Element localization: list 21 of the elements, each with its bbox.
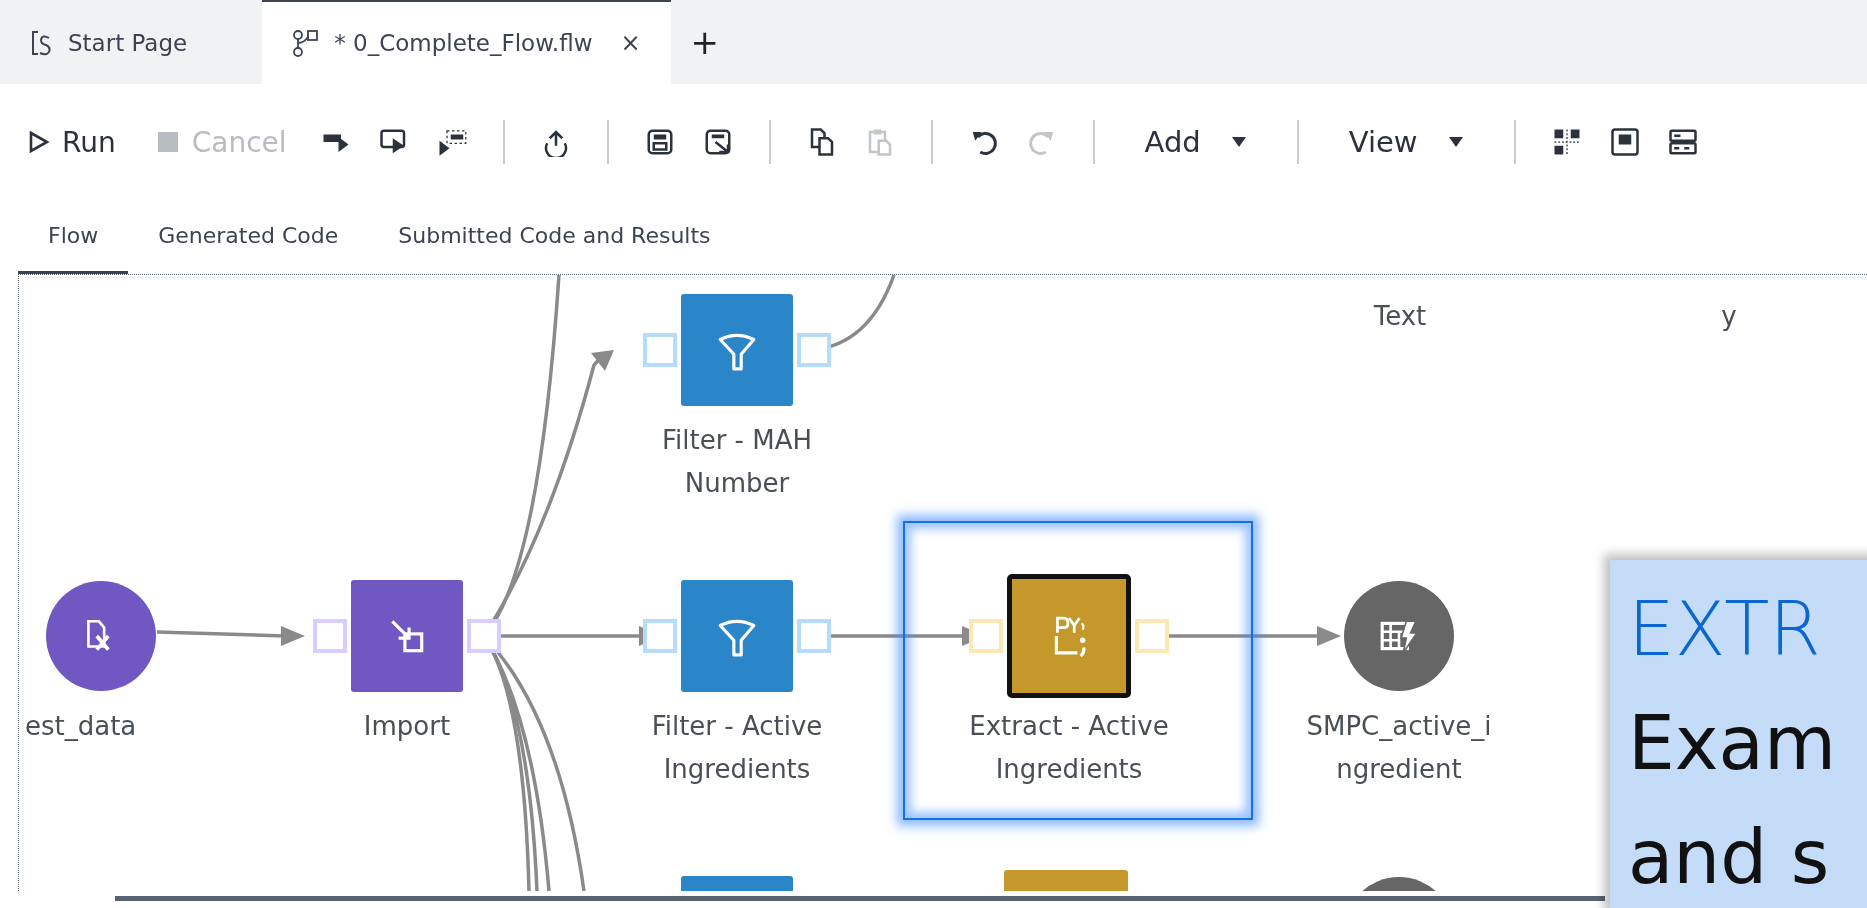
- node-label: y: [1720, 300, 1738, 333]
- callout-title: EXTR: [1628, 585, 1822, 674]
- editor-tab[interactable]: Start Page: [0, 0, 228, 84]
- node-label: Extract - Active Ingredients: [968, 710, 1170, 786]
- view-tab[interactable]: Generated Code: [128, 200, 369, 274]
- new-tab-button[interactable]: +: [670, 0, 740, 84]
- callout-text: Exam: [1628, 699, 1837, 788]
- view-tab[interactable]: Flow: [18, 200, 129, 274]
- node-label: Import: [362, 710, 452, 743]
- menu-button[interactable]: View: [1320, 125, 1492, 159]
- node-label: SMPC_active_i ngredient: [1305, 710, 1493, 786]
- callout-text: and s: [1628, 813, 1831, 902]
- node-label: Filter - MAH Number: [660, 424, 814, 500]
- node-label: est_data: [25, 710, 137, 743]
- view-tab[interactable]: Submitted Code and Results: [368, 200, 741, 274]
- run-button[interactable]: Run: [28, 120, 136, 164]
- node-label: Filter - Active Ingredients: [650, 710, 824, 786]
- node-label: Text: [1372, 300, 1428, 333]
- editor-tab[interactable]: * 0_Complete_Flow.flw ×: [262, 0, 671, 84]
- menu-button[interactable]: Add: [1116, 125, 1275, 159]
- close-icon[interactable]: ×: [620, 29, 641, 57]
